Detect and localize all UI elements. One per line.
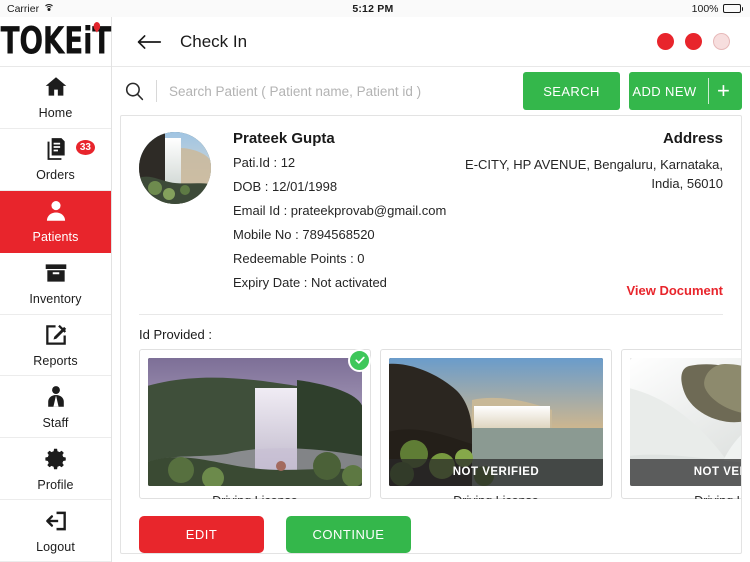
sidebar-nav: Home 33 Orders Patients Inventory Report… bbox=[0, 67, 111, 562]
add-new-label: ADD NEW bbox=[632, 83, 697, 99]
battery-percent-label: 100% bbox=[691, 2, 719, 15]
sidebar-label-patients: Patients bbox=[32, 230, 79, 245]
sidebar-label-orders: Orders bbox=[36, 168, 75, 183]
address-text: E-CITY, HP AVENUE, Bengaluru, Karnataka,… bbox=[465, 157, 723, 191]
continue-button[interactable]: CONTINUE bbox=[286, 516, 411, 553]
main-layout: TOKEiT Home 33 Orders Patients Inventory… bbox=[0, 17, 750, 562]
sidebar: TOKEiT Home 33 Orders Patients Inventory… bbox=[0, 17, 112, 562]
status-dot-2[interactable] bbox=[685, 33, 702, 50]
document-card-3[interactable]: NOT VERIFIED Driving License bbox=[621, 348, 741, 499]
carrier-label: Carrier bbox=[7, 2, 40, 15]
status-bar: Carrier 5:12 PM 100% bbox=[0, 0, 750, 17]
patient-name: Prateek Gupta bbox=[233, 130, 335, 147]
wifi-icon bbox=[43, 4, 55, 13]
gear-icon bbox=[43, 446, 69, 472]
back-arrow-icon[interactable] bbox=[136, 32, 162, 52]
battery-full-icon bbox=[722, 4, 743, 13]
sidebar-item-reports[interactable]: Reports bbox=[0, 314, 111, 377]
edit-square-icon bbox=[43, 322, 69, 348]
logout-icon bbox=[43, 508, 69, 534]
sidebar-label-inventory: Inventory bbox=[29, 292, 82, 307]
search-bar: SEARCH ADD NEW + bbox=[112, 67, 750, 115]
content-area: Prateek Gupta Pati.Id : 12 DOB : 12/01/1… bbox=[112, 115, 750, 562]
document-card-2[interactable]: NOT VERIFIED Driving License bbox=[380, 348, 612, 499]
app-root: Carrier 5:12 PM 100% TOKEiT Home 33 Orde… bbox=[0, 0, 750, 562]
sidebar-item-patients[interactable]: Patients bbox=[0, 190, 111, 253]
sidebar-item-home[interactable]: Home bbox=[0, 67, 111, 129]
sidebar-label-reports: Reports bbox=[33, 353, 78, 368]
top-bar: Check In bbox=[112, 17, 750, 67]
status-dot-group bbox=[657, 33, 730, 50]
not-verified-badge-3: NOT VERIFIED bbox=[630, 458, 741, 486]
edit-button[interactable]: EDIT bbox=[139, 516, 264, 553]
avatar bbox=[139, 132, 211, 204]
search-field-wrap bbox=[112, 72, 523, 110]
search-input[interactable] bbox=[157, 72, 523, 110]
add-new-button[interactable]: ADD NEW + bbox=[629, 72, 742, 110]
status-dot-3[interactable] bbox=[713, 33, 730, 50]
patient-email-field: Email Id : prateekprovab@gmail.com bbox=[233, 202, 447, 218]
patient-card: Prateek Gupta Pati.Id : 12 DOB : 12/01/1… bbox=[120, 115, 742, 554]
plus-icon: + bbox=[716, 78, 731, 103]
status-bar-right: 100% bbox=[692, 3, 743, 15]
search-button[interactable]: SEARCH bbox=[523, 72, 620, 110]
sidebar-label-profile: Profile bbox=[37, 477, 74, 492]
patient-dob-field: DOB : 12/01/1998 bbox=[233, 178, 338, 194]
box-icon bbox=[43, 260, 69, 286]
orders-badge: 33 bbox=[73, 137, 97, 157]
document-label-3: Driving License bbox=[630, 486, 741, 499]
patient-mobile-field: Mobile No : 7894568520 bbox=[233, 226, 375, 242]
status-bar-left: Carrier bbox=[7, 2, 55, 15]
address-title: Address bbox=[662, 130, 723, 147]
patient-expiry-field: Expiry Date : Not activated bbox=[233, 274, 387, 290]
status-bar-time: 5:12 PM bbox=[352, 2, 394, 15]
page-title: Check In bbox=[180, 31, 248, 51]
person-icon bbox=[43, 198, 69, 224]
patient-points-field: Redeemable Points : 0 bbox=[233, 250, 365, 266]
sidebar-label-staff: Staff bbox=[42, 415, 69, 430]
patient-info: Prateek Gupta Pati.Id : 12 DOB : 12/01/1… bbox=[233, 130, 465, 300]
document-label-1: Driving License bbox=[148, 486, 362, 499]
home-icon bbox=[43, 74, 69, 100]
document-list: Driving License bbox=[121, 348, 741, 499]
sidebar-label-logout: Logout bbox=[36, 539, 75, 554]
search-icon[interactable] bbox=[112, 81, 156, 102]
sidebar-item-orders[interactable]: 33 Orders bbox=[0, 128, 111, 191]
documents-icon bbox=[43, 136, 69, 162]
not-verified-badge-2: NOT VERIFIED bbox=[389, 458, 603, 486]
id-provided-label: Id Provided : bbox=[139, 326, 212, 342]
sidebar-label-home: Home bbox=[38, 106, 73, 121]
content-pane: Check In SEARCH ADD NEW bbox=[112, 17, 750, 562]
sidebar-item-logout[interactable]: Logout bbox=[0, 500, 111, 562]
document-thumbnail-3: NOT VERIFIED bbox=[630, 357, 741, 486]
app-logo: TOKEiT bbox=[0, 17, 111, 67]
sidebar-item-profile[interactable]: Profile bbox=[0, 438, 111, 501]
patient-id-field: Pati.Id : 12 bbox=[233, 155, 296, 170]
verified-check-icon bbox=[348, 348, 371, 372]
view-document-link[interactable]: View Document bbox=[626, 283, 723, 298]
patient-address-block: Address E-CITY, HP AVENUE, Bengaluru, Ka… bbox=[465, 130, 723, 300]
status-dot-1[interactable] bbox=[657, 33, 674, 50]
sidebar-item-inventory[interactable]: Inventory bbox=[0, 252, 111, 315]
document-thumbnail-1 bbox=[148, 357, 362, 486]
document-thumbnail-2: NOT VERIFIED bbox=[389, 357, 603, 486]
document-label-2: Driving License bbox=[389, 486, 603, 499]
document-card-1[interactable]: Driving License bbox=[139, 348, 371, 499]
staff-icon bbox=[43, 384, 69, 410]
patient-summary: Prateek Gupta Pati.Id : 12 DOB : 12/01/1… bbox=[121, 116, 741, 304]
sidebar-item-staff[interactable]: Staff bbox=[0, 376, 111, 439]
action-buttons: EDIT CONTINUE bbox=[121, 499, 741, 553]
